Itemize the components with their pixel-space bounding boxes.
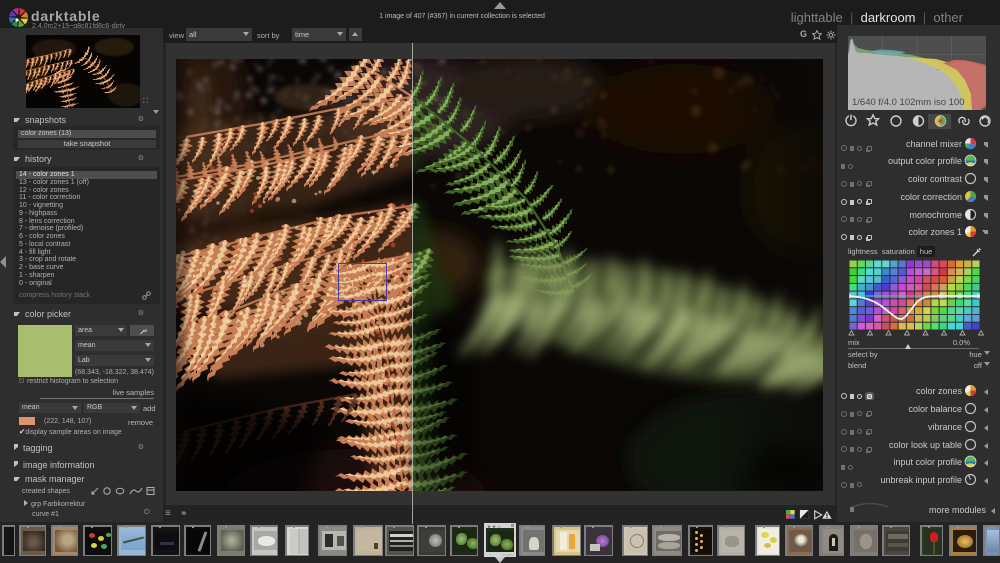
svg-text:1/640 f/4.0 102mm iso 100: 1/640 f/4.0 102mm iso 100 — [852, 97, 965, 108]
